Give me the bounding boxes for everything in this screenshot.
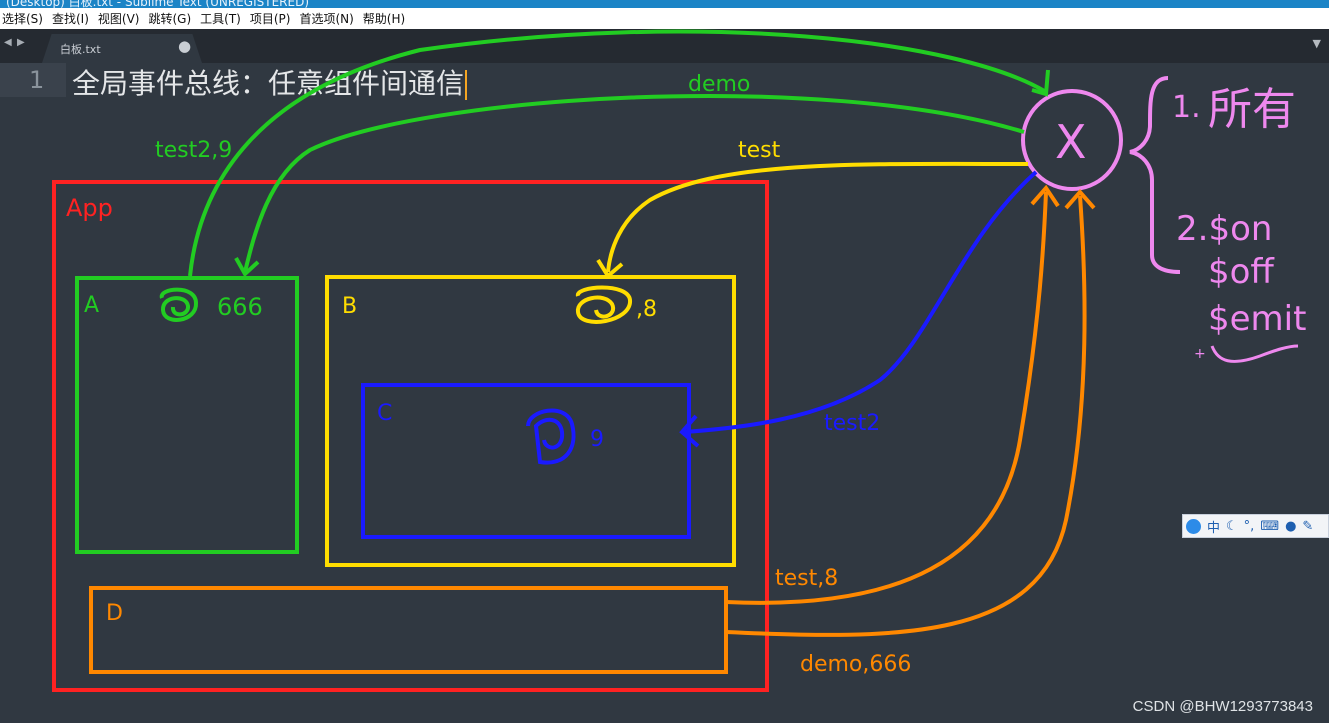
punct-icon[interactable]: °, — [1244, 519, 1255, 534]
b-value: ,8 — [636, 297, 657, 322]
note-plus: + — [1194, 346, 1206, 362]
note-2-off: $off — [1208, 252, 1275, 292]
note-2-emit: $emit — [1208, 299, 1306, 339]
note-1-scribble: 所有 — [1208, 84, 1296, 135]
whiteboard-drawing: App A 666 B ,8 C 9 D X demo test2,9 test… — [52, 29, 1306, 692]
c-value: 9 — [590, 427, 604, 452]
user-icon[interactable]: ● — [1285, 519, 1296, 534]
test8-arrow-label: test,8 — [775, 566, 838, 591]
demo-arrow-label: demo — [688, 72, 750, 97]
component-c-box — [361, 383, 691, 539]
app-box — [52, 180, 769, 692]
test2-arrow-to-c — [683, 170, 1038, 434]
ime-logo-icon[interactable] — [1186, 518, 1201, 534]
b-label: B — [342, 294, 357, 319]
test2-arrow-label: test2 — [824, 411, 880, 436]
test8-arrow-from-d — [725, 191, 1048, 605]
a-data-scribble — [159, 287, 199, 322]
b-data-scribble — [576, 285, 632, 324]
test2-9-label: test2,9 — [155, 138, 232, 163]
demo666-arrow-label: demo,666 — [800, 652, 911, 677]
ime-toolbar[interactable]: 中 ☾ °, ⌨ ● ✎ — [1182, 514, 1329, 538]
note-emit-underline — [1210, 344, 1299, 363]
test-arrow-label: test — [738, 138, 781, 163]
moon-icon[interactable]: ☾ — [1226, 519, 1238, 534]
keyboard-icon[interactable]: ⌨ — [1260, 519, 1279, 534]
d-label: D — [106, 601, 123, 626]
app-label: App — [66, 194, 113, 222]
ime-mode-label[interactable]: 中 — [1207, 517, 1220, 536]
a-label: A — [84, 293, 99, 318]
component-d-box — [89, 586, 728, 674]
event-bus-x: X — [1055, 115, 1087, 169]
a-value: 666 — [217, 293, 263, 321]
note-2-on: 2.$on — [1176, 209, 1272, 249]
watermark: CSDN @BHW1293773843 — [1132, 698, 1313, 715]
c-data-scribble — [526, 408, 576, 465]
c-label: C — [377, 401, 392, 426]
wrench-icon[interactable]: ✎ — [1302, 519, 1313, 534]
test2-arrow-head — [1031, 69, 1050, 97]
note-1-label: 1. — [1172, 90, 1201, 125]
